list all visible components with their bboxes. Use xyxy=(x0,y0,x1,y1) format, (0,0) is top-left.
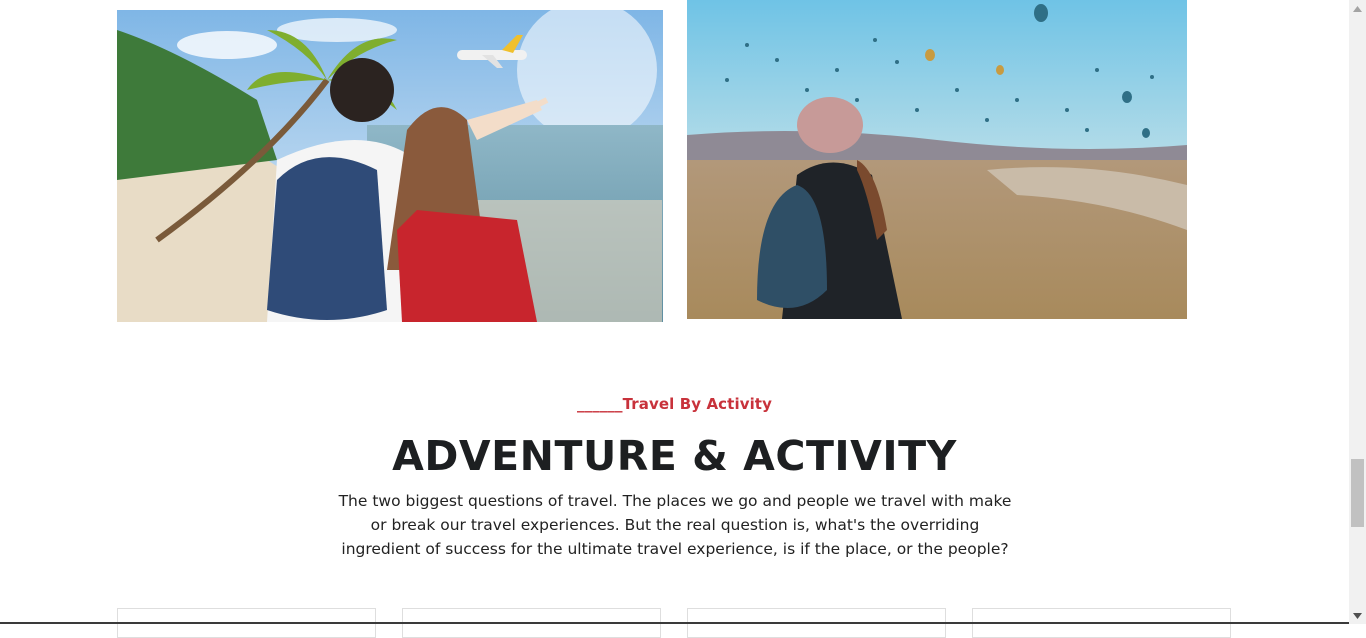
balloon-valley-photo xyxy=(687,0,1187,319)
chevron-up-icon[interactable] xyxy=(1349,0,1366,17)
beach-travel-photo xyxy=(117,10,663,322)
kicker-text: Travel By Activity xyxy=(622,395,772,413)
section-description: The two biggest questions of travel. The… xyxy=(338,492,1012,558)
chevron-down-icon[interactable] xyxy=(1349,607,1366,624)
beach-travel-illustration xyxy=(117,10,663,322)
kicker-lead-line: ______ xyxy=(577,395,623,413)
page-scrollbar[interactable] xyxy=(1349,0,1366,624)
scrollbar-thumb[interactable] xyxy=(1351,459,1364,527)
section-kicker: ______Travel By Activity xyxy=(0,395,1349,413)
balloon-valley-illustration xyxy=(687,0,1187,319)
section-title: ADVENTURE & ACTIVITY xyxy=(392,432,957,480)
